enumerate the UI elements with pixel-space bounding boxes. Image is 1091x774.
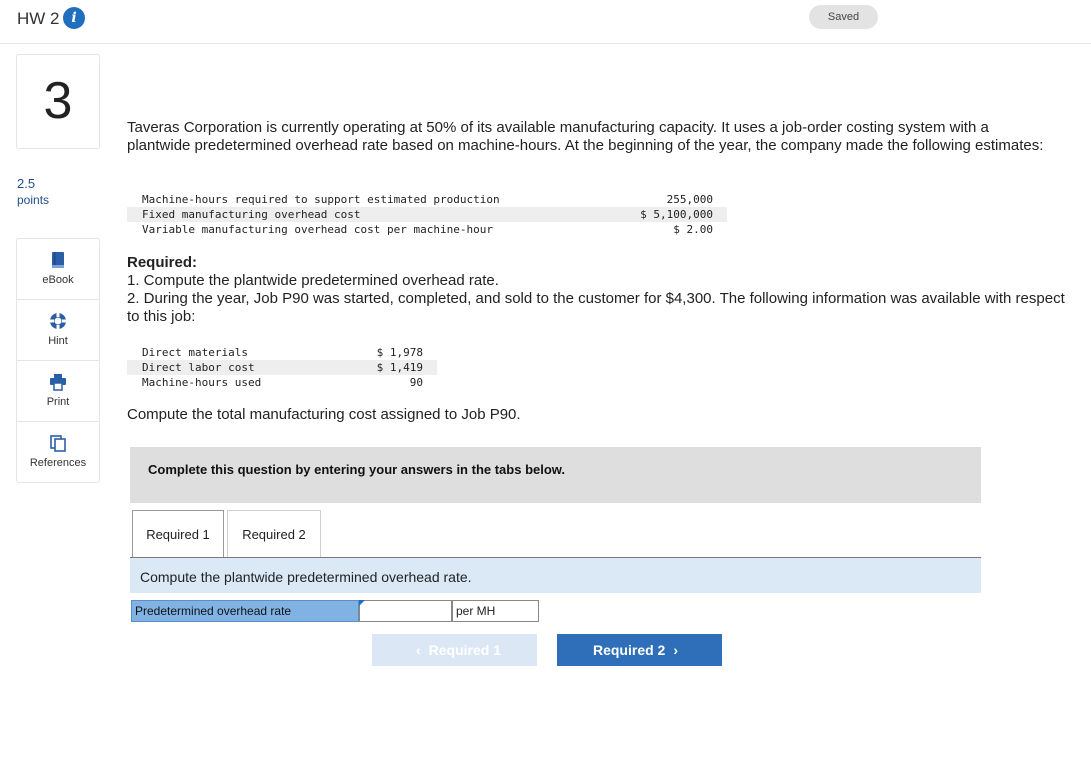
prompt-text: Compute the plantwide predetermined over… xyxy=(140,569,472,585)
assignment-title: HW 2 xyxy=(17,9,60,28)
question-number: 3 xyxy=(16,54,100,149)
job-info-label: Direct labor cost xyxy=(142,361,255,374)
job-info-label: Direct materials xyxy=(142,346,248,359)
top-bar: HW 2 i Saved xyxy=(0,0,1091,44)
instruction-text: Complete this question by entering your … xyxy=(148,462,566,477)
required-heading: Required: xyxy=(127,254,198,271)
field-label: Predetermined overhead rate xyxy=(131,600,359,622)
field-unit: per MH xyxy=(452,600,539,622)
job-info-value: $ 1,419 xyxy=(376,361,423,374)
estimate-value: $ 2.00 xyxy=(673,223,713,236)
book-icon xyxy=(52,252,64,268)
print-icon xyxy=(50,374,66,391)
prev-button-label: Required 1 xyxy=(428,642,502,658)
tool-panel: eBook Hint Print References xyxy=(16,238,100,483)
next-required-button[interactable]: Required 2 › xyxy=(557,634,722,666)
required-2-text: 2. During the year, Job P90 was started,… xyxy=(127,290,1065,325)
overhead-rate-input[interactable] xyxy=(359,600,452,622)
print-button[interactable]: Print xyxy=(17,361,99,422)
points-label: points xyxy=(17,193,50,207)
estimates-table: Machine-hours required to support estima… xyxy=(127,192,727,237)
tab-required-1[interactable]: Required 1 xyxy=(132,510,224,557)
next-button-label: Required 2 xyxy=(592,642,666,658)
estimate-label: Variable manufacturing overhead cost per… xyxy=(142,223,493,236)
points-value: 2.5 xyxy=(17,176,36,191)
job-info-label: Machine-hours used xyxy=(142,376,262,389)
table-row: Direct labor cost $ 1,419 xyxy=(127,360,437,375)
tab-required-2[interactable]: Required 2 xyxy=(227,510,321,557)
hint-icon xyxy=(50,313,66,329)
ebook-button[interactable]: eBook xyxy=(17,239,99,300)
print-label: Print xyxy=(46,396,70,408)
compute-total-text: Compute the total manufacturing cost ass… xyxy=(127,406,521,423)
table-row: Variable manufacturing overhead cost per… xyxy=(127,222,727,237)
table-row: Fixed manufacturing overhead cost $ 5,10… xyxy=(127,207,727,222)
table-row: Machine-hours required to support estima… xyxy=(127,192,727,207)
chevron-right-icon: › xyxy=(673,642,679,658)
references-label: References xyxy=(29,457,87,469)
question-intro: Taveras Corporation is currently operati… xyxy=(127,119,1044,154)
references-icon xyxy=(50,435,66,452)
table-row: Machine-hours used 90 xyxy=(127,375,437,390)
prev-required-button[interactable]: ‹ Required 1 xyxy=(372,634,537,666)
instruction-box: Complete this question by entering your … xyxy=(130,447,981,503)
job-info-value: $ 1,978 xyxy=(376,346,423,359)
job-info-value: 90 xyxy=(409,376,423,389)
job-info-table: Direct materials $ 1,978 Direct labor co… xyxy=(127,345,437,390)
saved-status-badge: Saved xyxy=(809,5,878,29)
info-icon[interactable]: i xyxy=(63,7,85,29)
references-button[interactable]: References xyxy=(17,422,99,482)
hint-button[interactable]: Hint xyxy=(17,300,99,361)
ebook-label: eBook xyxy=(42,274,74,286)
prompt-bar: Compute the plantwide predetermined over… xyxy=(130,558,981,593)
input-marker xyxy=(359,600,365,606)
required-1-text: 1. Compute the plantwide predetermined o… xyxy=(127,272,499,289)
answer-tabs: Required 1 Required 2 xyxy=(130,510,981,558)
estimate-value: 255,000 xyxy=(666,193,713,206)
estimate-label: Fixed manufacturing overhead cost xyxy=(142,208,361,221)
estimate-label: Machine-hours required to support estima… xyxy=(142,193,500,206)
table-row: Direct materials $ 1,978 xyxy=(127,345,437,360)
hint-label: Hint xyxy=(48,335,68,347)
chevron-left-icon: ‹ xyxy=(415,642,421,658)
estimate-value: $ 5,100,000 xyxy=(640,208,713,221)
